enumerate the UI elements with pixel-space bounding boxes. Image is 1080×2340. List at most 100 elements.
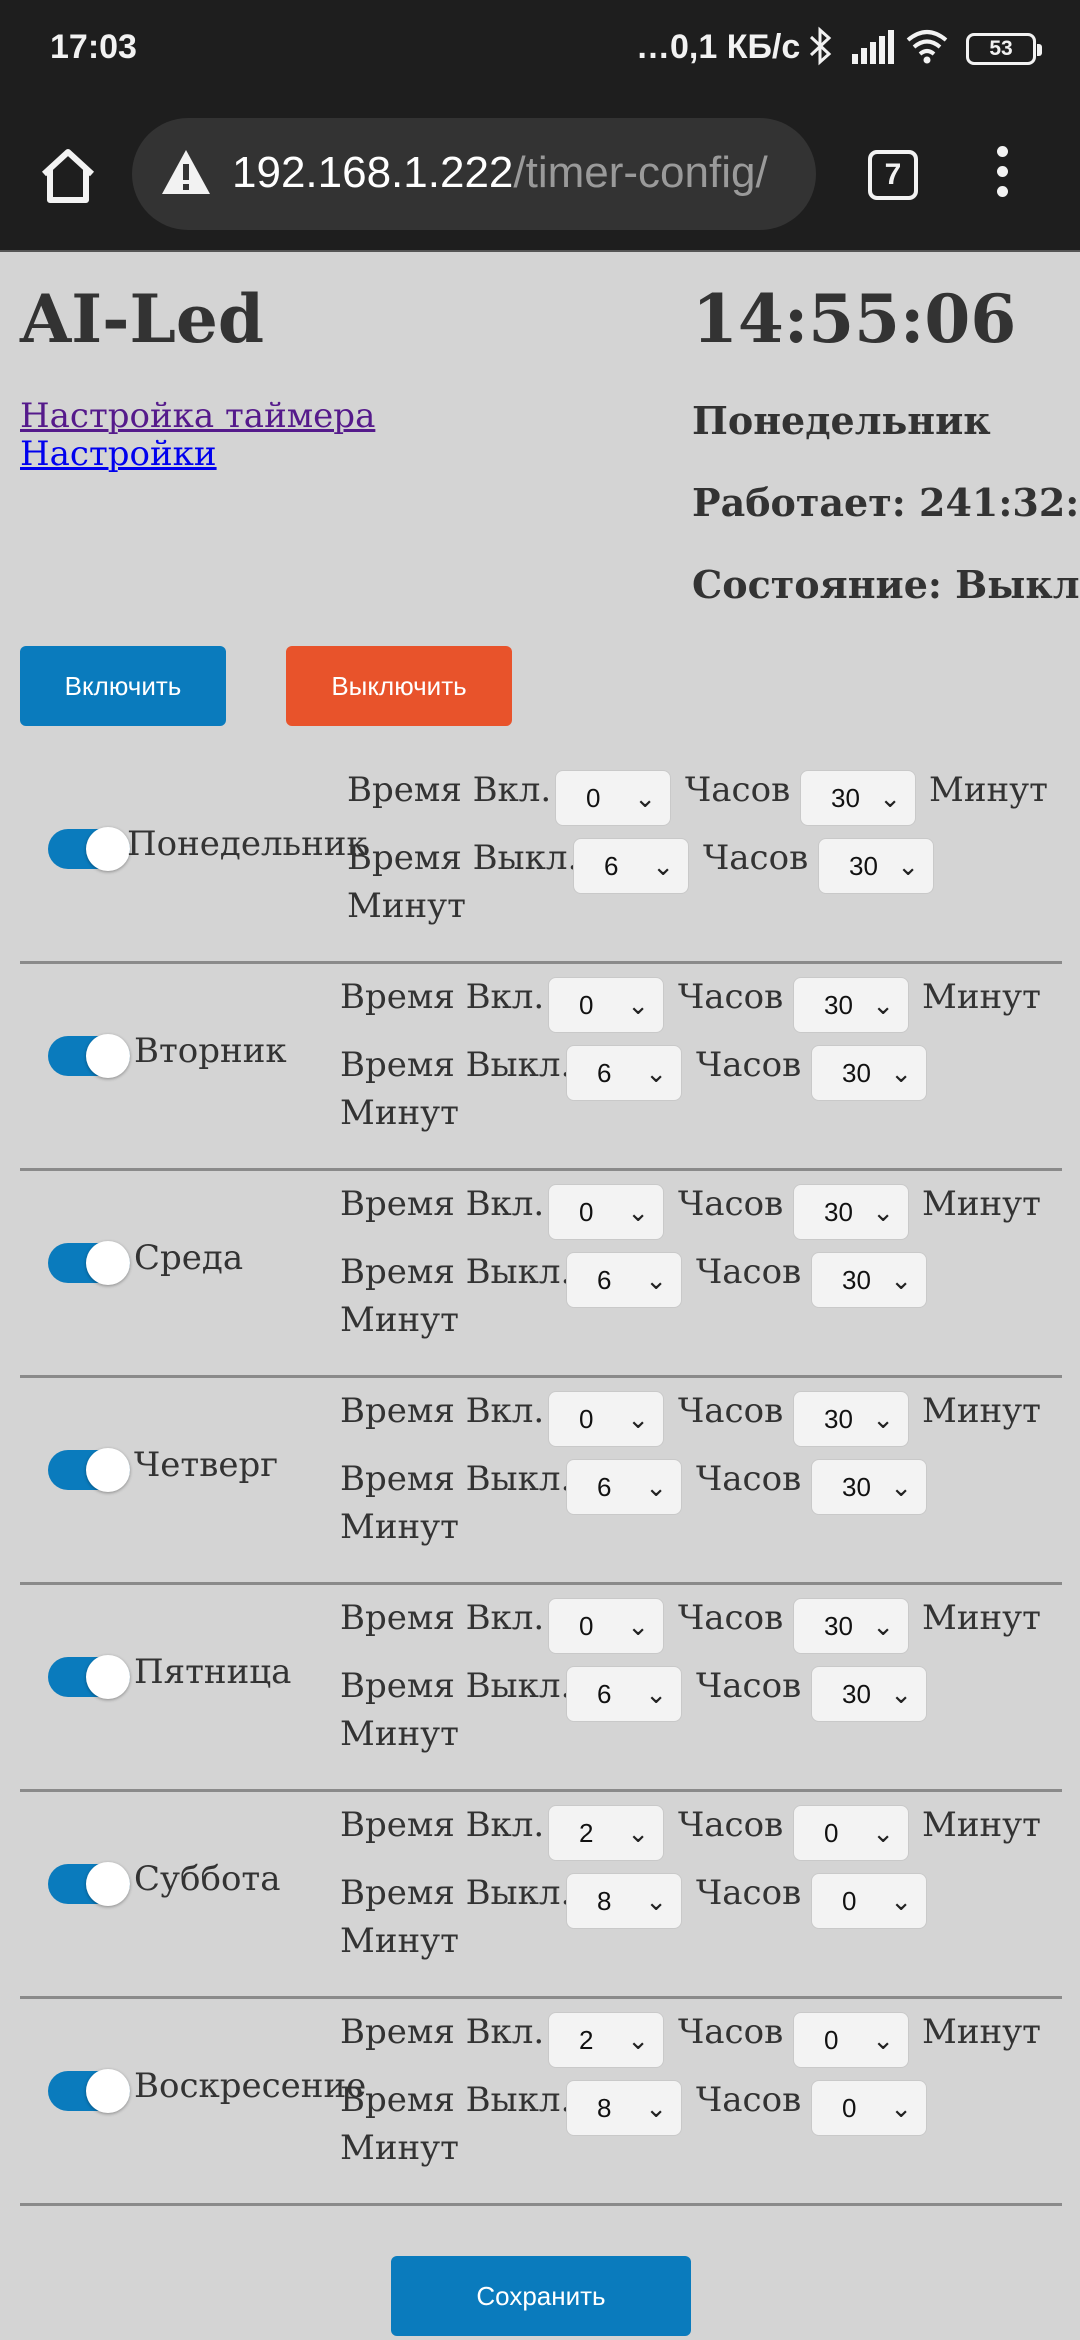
network-speed: …0,1 КБ/с xyxy=(636,28,801,66)
on-time-label: Время Вкл. xyxy=(340,1805,545,1845)
on-minute-select[interactable]: 30 ⌄ xyxy=(793,1598,909,1654)
on-hour-select[interactable]: 2 ⌄ xyxy=(548,2012,664,2068)
day-toggle[interactable] xyxy=(48,1448,130,1492)
settings-link[interactable]: Настройки xyxy=(20,434,217,474)
hours-label: Часов xyxy=(703,838,809,878)
day-toggle[interactable] xyxy=(48,1034,130,1078)
url-text: 192.168.1.222/timer-config/ xyxy=(232,148,768,198)
select-value: 0 xyxy=(824,1818,839,1848)
chevron-down-icon: ⌄ xyxy=(627,990,649,1020)
chevron-down-icon: ⌄ xyxy=(879,783,901,813)
timer-settings-link[interactable]: Настройка таймера xyxy=(20,396,375,436)
chevron-down-icon: ⌄ xyxy=(872,1818,894,1848)
off-minute-select[interactable]: 30 ⌄ xyxy=(811,1459,927,1515)
off-time-label: Время Выкл. xyxy=(340,1873,572,1913)
off-minute-select[interactable]: 30 ⌄ xyxy=(818,838,934,894)
home-icon[interactable] xyxy=(36,144,100,208)
day-toggle[interactable] xyxy=(48,1655,130,1699)
day-row: Суббота Время Вкл. 2 ⌄ Часов 0 ⌄ Минут Время Вык… xyxy=(20,1795,1062,1999)
off-hour-select[interactable]: 6 ⌄ xyxy=(566,1252,682,1308)
off-hour-select[interactable]: 6 ⌄ xyxy=(566,1045,682,1101)
on-hour-select[interactable]: 0 ⌄ xyxy=(548,1598,664,1654)
bluetooth-icon xyxy=(808,26,834,75)
hours-label: Часов xyxy=(678,1598,784,1638)
on-minute-select[interactable]: 0 ⌄ xyxy=(793,2012,909,2068)
off-minute-select[interactable]: 30 ⌄ xyxy=(811,1252,927,1308)
signal-icon xyxy=(850,30,894,73)
day-toggle[interactable] xyxy=(48,2069,130,2113)
chevron-down-icon: ⌄ xyxy=(645,1058,667,1088)
on-time-label: Время Вкл. xyxy=(347,770,552,810)
chevron-down-icon: ⌄ xyxy=(890,1679,912,1709)
chevron-down-icon: ⌄ xyxy=(897,851,919,881)
on-time-label: Время Вкл. xyxy=(340,2012,545,2052)
turn-off-button[interactable]: Выключить xyxy=(286,646,512,726)
on-minute-select[interactable]: 0 ⌄ xyxy=(793,1805,909,1861)
more-vert-icon[interactable] xyxy=(996,146,1010,206)
off-hour-select[interactable]: 8 ⌄ xyxy=(566,1873,682,1929)
on-hour-select[interactable]: 0 ⌄ xyxy=(548,1391,664,1447)
day-row: Четверг Время Вкл. 0 ⌄ Часов 30 ⌄ Минут Время Вы… xyxy=(20,1381,1062,1585)
warning-icon[interactable] xyxy=(160,148,212,196)
off-minute-select[interactable]: 0 ⌄ xyxy=(811,1873,927,1929)
minutes-label: Минут xyxy=(922,1805,1041,1845)
minutes-label: Минут xyxy=(922,1598,1041,1638)
day-name: Пятница xyxy=(134,1652,292,1692)
select-value: 30 xyxy=(849,851,878,881)
hours-label: Часов xyxy=(696,1666,802,1706)
day-name: Среда xyxy=(134,1238,244,1278)
on-minute-select[interactable]: 30 ⌄ xyxy=(793,977,909,1033)
minutes-label: Минут xyxy=(340,1093,459,1133)
chevron-down-icon: ⌄ xyxy=(645,1679,667,1709)
off-minute-select[interactable]: 30 ⌄ xyxy=(811,1666,927,1722)
on-hour-select[interactable]: 0 ⌄ xyxy=(555,770,671,826)
browser-toolbar: 192.168.1.222/timer-config/ 7 xyxy=(0,100,1080,252)
on-minute-select[interactable]: 30 ⌄ xyxy=(793,1391,909,1447)
minutes-label: Минут xyxy=(922,1391,1041,1431)
address-bar[interactable]: 192.168.1.222/timer-config/ xyxy=(132,118,816,230)
select-value: 6 xyxy=(597,1679,612,1709)
minutes-label: Минут xyxy=(340,1507,459,1547)
day-toggle[interactable] xyxy=(48,827,130,871)
day-name: Вторник xyxy=(134,1031,287,1071)
select-value: 6 xyxy=(604,851,619,881)
day-name: Понедельник xyxy=(127,824,368,864)
tab-switcher-button[interactable]: 7 xyxy=(868,150,918,200)
minutes-label: Минут xyxy=(340,1921,459,1961)
toggle-knob xyxy=(86,827,130,871)
chevron-down-icon: ⌄ xyxy=(645,2093,667,2123)
chevron-down-icon: ⌄ xyxy=(627,1818,649,1848)
off-hour-select[interactable]: 6 ⌄ xyxy=(566,1666,682,1722)
select-value: 0 xyxy=(842,2093,857,2123)
select-value: 30 xyxy=(831,783,860,813)
select-value: 30 xyxy=(842,1472,871,1502)
hours-label: Часов xyxy=(678,2012,784,2052)
chevron-down-icon: ⌄ xyxy=(872,1404,894,1434)
save-button[interactable]: Сохранить xyxy=(391,2256,691,2336)
chevron-down-icon: ⌄ xyxy=(627,1611,649,1641)
day-row: Воскресение Время Вкл. 2 ⌄ Часов 0 ⌄ Минут Время… xyxy=(20,2002,1062,2206)
on-minute-select[interactable]: 30 ⌄ xyxy=(793,1184,909,1240)
select-value: 30 xyxy=(824,1611,853,1641)
on-minute-select[interactable]: 30 ⌄ xyxy=(800,770,916,826)
off-hour-select[interactable]: 6 ⌄ xyxy=(566,1459,682,1515)
off-hour-select[interactable]: 8 ⌄ xyxy=(566,2080,682,2136)
select-value: 2 xyxy=(579,2025,594,2055)
chevron-down-icon: ⌄ xyxy=(627,1197,649,1227)
turn-on-button[interactable]: Включить xyxy=(20,646,226,726)
on-hour-select[interactable]: 2 ⌄ xyxy=(548,1805,664,1861)
off-hour-select[interactable]: 6 ⌄ xyxy=(573,838,689,894)
off-time-label: Время Выкл. xyxy=(340,2080,572,2120)
off-minute-select[interactable]: 30 ⌄ xyxy=(811,1045,927,1101)
select-value: 6 xyxy=(597,1265,612,1295)
day-toggle[interactable] xyxy=(48,1241,130,1285)
hours-label: Часов xyxy=(696,1045,802,1085)
on-hour-select[interactable]: 0 ⌄ xyxy=(548,977,664,1033)
off-minute-select[interactable]: 0 ⌄ xyxy=(811,2080,927,2136)
day-toggle[interactable] xyxy=(48,1862,130,1906)
on-hour-select[interactable]: 0 ⌄ xyxy=(548,1184,664,1240)
app-logo: AI-Led xyxy=(20,280,265,358)
hours-label: Часов xyxy=(678,977,784,1017)
chevron-down-icon: ⌄ xyxy=(872,990,894,1020)
wifi-icon xyxy=(906,28,948,73)
